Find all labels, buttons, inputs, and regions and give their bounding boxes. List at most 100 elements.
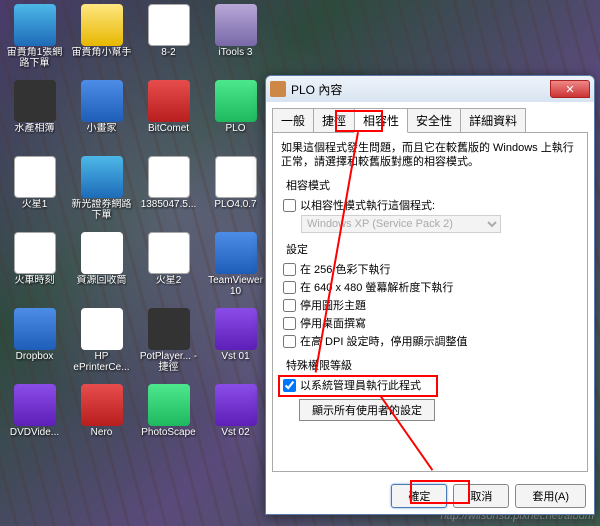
checkbox-disable-dwm[interactable]: 停用桌面撰寫 [283,315,577,331]
icon-label: 宙貴角小幫手 [72,47,132,58]
icon-label: 火星1 [22,199,48,210]
checkbox-640x480[interactable]: 在 640 x 480 螢幕解析度下執行 [283,279,577,295]
app-icon [215,156,257,198]
properties-window: PLO 內容 ✕ 一般捷徑相容性安全性詳細資料 如果這個程式發生問題，而且它在較… [265,75,595,515]
icon-label: PotPlayer... - 捷徑 [137,351,201,373]
tab-content: 如果這個程式發生問題，而且它在較舊版的 Windows 上執行正常，請選擇和較舊… [272,132,588,472]
icon-label: PLO4.0.7 [214,199,256,210]
checkbox-256color[interactable]: 在 256 色彩下執行 [283,261,577,277]
desktop-icon[interactable]: 火星1 [2,156,67,228]
group-priv-title: 特殊權限等級 [283,357,355,373]
window-title: PLO 內容 [291,81,550,98]
app-icon [148,308,190,350]
desktop-icon[interactable]: Vst 02 [203,384,268,456]
app-icon [148,4,190,46]
desktop-icon[interactable]: 8-2 [136,4,201,76]
icon-label: iTools 3 [219,47,253,58]
desktop-icon[interactable]: 資源回收筒 [69,232,134,304]
icon-label: 小畫家 [87,123,117,134]
app-icon [148,384,190,426]
tab-捷徑[interactable]: 捷徑 [313,108,355,132]
app-icon [14,4,56,46]
icon-label: HP ePrinterCe... [70,351,134,373]
app-icon [81,156,123,198]
group-priv: 特殊權限等級 以系統管理員執行此程式 [281,353,579,393]
intro-text: 如果這個程式發生問題，而且它在較舊版的 Windows 上執行正常，請選擇和較舊… [281,141,579,169]
app-icon [215,308,257,350]
checkbox-compat-label: 以相容性模式執行這個程式: [300,197,435,213]
desktop-icon[interactable]: HP ePrinterCe... [69,308,134,380]
group-settings: 設定 在 256 色彩下執行 在 640 x 480 螢幕解析度下執行 停用圖形… [281,237,579,349]
desktop-icon[interactable]: 1385047.5... [136,156,201,228]
app-icon [81,308,123,350]
app-icon [148,232,190,274]
titlebar[interactable]: PLO 內容 ✕ [266,76,594,102]
app-icon [14,384,56,426]
all-users-wrap: 顯示所有使用者的設定 [299,399,579,421]
tab-相容性[interactable]: 相容性 [354,108,408,133]
desktop-icon[interactable]: Vst 01 [203,308,268,380]
app-icon [14,80,56,122]
desktop-icon[interactable]: 火車時刻 [2,232,67,304]
desktop-icon[interactable]: PotPlayer... - 捷徑 [136,308,201,380]
icon-label: 火車時刻 [15,275,55,286]
app-icon [215,80,257,122]
desktop-icon[interactable]: 水產相簿 [2,80,67,152]
desktop-icon[interactable]: 小畫家 [69,80,134,152]
desktop-icon[interactable]: 宙貴角1張網路下單 [2,4,67,76]
app-icon [148,156,190,198]
group-compat: 相容模式 以相容性模式執行這個程式: Windows XP (Service P… [281,177,579,233]
icon-label: 8-2 [161,47,175,58]
desktop-icon[interactable]: PLO4.0.7 [203,156,268,228]
show-all-users-button[interactable]: 顯示所有使用者的設定 [299,399,435,421]
tab-詳細資料[interactable]: 詳細資料 [460,108,526,132]
group-compat-title: 相容模式 [283,177,333,193]
icon-label: TeamViewer 10 [204,275,268,297]
close-button[interactable]: ✕ [550,80,590,98]
desktop-icon[interactable]: PLO [203,80,268,152]
app-icon [81,4,123,46]
ok-button[interactable]: 確定 [391,484,447,508]
checkbox-admin-input[interactable] [283,379,296,392]
desktop-icon[interactable]: Dropbox [2,308,67,380]
app-icon [81,384,123,426]
select-compat[interactable]: Windows XP (Service Pack 2) [301,215,501,233]
icon-label: DVDVide... [10,427,59,438]
app-icon [215,232,257,274]
desktop-icon[interactable]: DVDVide... [2,384,67,456]
icon-label: BitComet [148,123,189,134]
app-icon [81,80,123,122]
apply-button[interactable]: 套用(A) [515,484,586,508]
desktop-icon[interactable]: Nero [69,384,134,456]
desktop-icon[interactable]: 宙貴角小幫手 [69,4,134,76]
app-icon [215,4,257,46]
tab-bar: 一般捷徑相容性安全性詳細資料 [266,102,594,132]
desktop-icon[interactable]: iTools 3 [203,4,268,76]
icon-label: Vst 01 [221,351,249,362]
desktop-icon[interactable]: TeamViewer 10 [203,232,268,304]
desktop-icon[interactable]: BitComet [136,80,201,152]
checkbox-disable-dpi[interactable]: 在高 DPI 設定時，停用顯示調整值 [283,333,577,349]
icon-label: 新光證券網路下單 [70,199,134,221]
desktop-icon[interactable]: 火星2 [136,232,201,304]
dialog-buttons: 確定 取消 套用(A) [266,478,594,514]
cancel-button[interactable]: 取消 [453,484,509,508]
icon-label: 資源回收筒 [77,275,127,286]
desktop-icon[interactable]: PhotoScape [136,384,201,456]
tab-安全性[interactable]: 安全性 [407,108,461,132]
desktop-icon[interactable]: 新光證券網路下單 [69,156,134,228]
checkbox-admin-label: 以系統管理員執行此程式 [300,377,421,393]
tab-一般[interactable]: 一般 [272,108,314,132]
icon-label: Vst 02 [221,427,249,438]
checkbox-compat-mode[interactable]: 以相容性模式執行這個程式: [283,197,577,213]
checkbox-disable-theme[interactable]: 停用圖形主題 [283,297,577,313]
app-icon [14,232,56,274]
app-icon [14,156,56,198]
checkbox-compat-mode-input[interactable] [283,199,296,212]
icon-label: 宙貴角1張網路下單 [3,47,67,69]
app-icon [14,308,56,350]
icon-label: Dropbox [16,351,54,362]
icon-label: Nero [91,427,113,438]
icon-label: PLO [225,123,245,134]
checkbox-run-as-admin[interactable]: 以系統管理員執行此程式 [283,377,577,393]
